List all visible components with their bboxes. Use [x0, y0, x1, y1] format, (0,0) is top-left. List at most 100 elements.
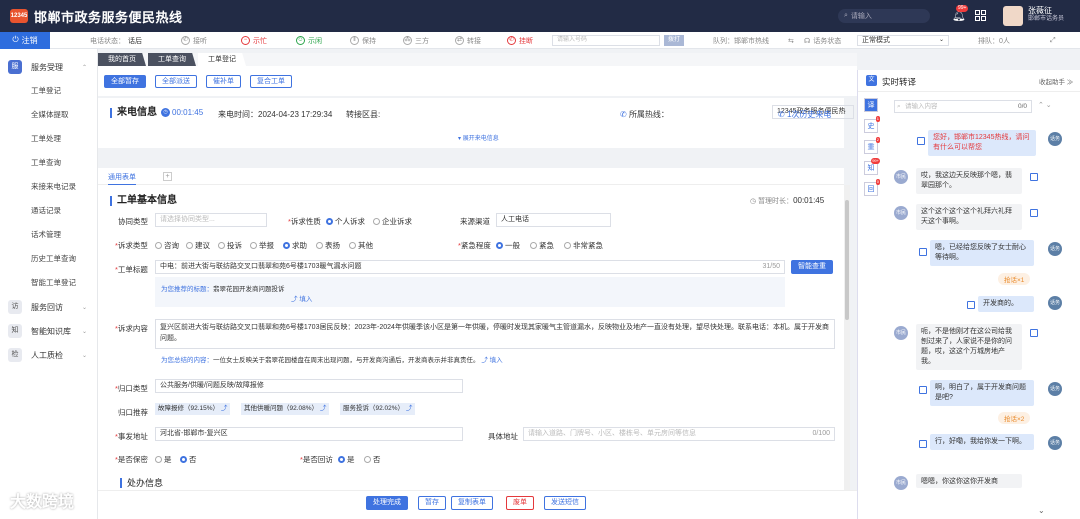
- tab-register[interactable]: 工单登记: [198, 53, 246, 66]
- idle-button[interactable]: ☺ 示闲: [296, 32, 322, 49]
- dial-button[interactable]: 拨打: [664, 35, 684, 46]
- category-complain-radio[interactable]: 投诉: [218, 240, 242, 251]
- secret-yes-radio[interactable]: 是: [155, 454, 172, 465]
- category-help-radio[interactable]: 求助: [283, 240, 307, 251]
- expand-call-info-link[interactable]: ▾ 展开来电信息: [458, 133, 499, 142]
- address-select[interactable]: 河北省-邯郸市-复兴区: [155, 427, 463, 441]
- fill-content-link[interactable]: ⤴ 填入: [481, 357, 502, 364]
- fill-subject-link[interactable]: ⤴ 填入: [291, 296, 312, 303]
- sidebar-item-smart-register[interactable]: 智能工单登记: [0, 271, 97, 295]
- sidebar-item-register[interactable]: 工单登记: [0, 79, 97, 103]
- collapse-assistant-link[interactable]: 收起助手 ≫: [1039, 76, 1073, 86]
- form-scrollbar[interactable]: [844, 185, 850, 490]
- transcript-search-input[interactable]: ⌕ 请输入内容 0/0: [894, 100, 1032, 113]
- category-other-radio[interactable]: 其他: [349, 240, 373, 251]
- tab-history[interactable]: 史1: [864, 116, 880, 133]
- sidebar-item-history[interactable]: 历史工单查询: [0, 247, 97, 271]
- urgency-very-urgent-radio[interactable]: 非常紧急: [564, 240, 603, 251]
- tab-translate[interactable]: 译: [864, 98, 878, 112]
- swap-icon[interactable]: ⇆: [788, 32, 794, 49]
- discard-button[interactable]: 废单: [506, 496, 534, 510]
- content-summary: 为您总结的内容：一位女士反映关于翡翠花园楼盘在周末出现问题，与开发商沟通后，开发…: [155, 351, 835, 365]
- sidebar-item-call-log[interactable]: 通话记录: [0, 199, 97, 223]
- visit-no-radio[interactable]: 否: [364, 454, 381, 465]
- copy-icon[interactable]: [919, 248, 927, 256]
- dial-number-input[interactable]: 请输入号码: [552, 35, 660, 46]
- category-suggest-radio[interactable]: 建议: [186, 240, 210, 251]
- coop-type-select[interactable]: 请选择协同类型...: [155, 213, 267, 227]
- sidebar-group-revisit[interactable]: 访服务回访 ⌄: [0, 295, 97, 319]
- class-select[interactable]: 公共服务/供暖/问题反映/故障报修: [155, 379, 463, 393]
- category-consult-radio[interactable]: 咨询: [155, 240, 179, 251]
- sidebar-item-missed-calls[interactable]: 来接来电记录: [0, 175, 97, 199]
- smart-check-button[interactable]: 智能查重: [791, 260, 833, 274]
- category-praise-radio[interactable]: 表扬: [316, 240, 340, 251]
- recommend-tag[interactable]: 服务投诉（92.02%） ⤴: [340, 403, 416, 415]
- apps-grid-icon[interactable]: [975, 10, 986, 21]
- assistant-panel: 文 实时转译 收起助手 ≫ 译 史1 重2 知 99+ 回0 ⌕ 请输入内容 0/0 …: [857, 70, 1080, 519]
- sidebar-group-knowledge[interactable]: 知智能知识库 ⌄: [0, 319, 97, 343]
- avatar[interactable]: [1003, 6, 1023, 26]
- mode-select[interactable]: 正常模式 ⌄: [857, 35, 949, 46]
- tab-home[interactable]: 我的首页: [98, 53, 146, 66]
- recommend-tag[interactable]: 其他供暖问题（92.08%） ⤴: [241, 403, 330, 415]
- add-tab-button[interactable]: +: [163, 172, 172, 181]
- sidebar-item-scripts[interactable]: 话术管理: [0, 223, 97, 247]
- send-sms-button[interactable]: 发送短信: [544, 496, 586, 510]
- sidebar-group-qa[interactable]: 检人工质检 ⌄: [0, 343, 97, 367]
- visit-yes-radio[interactable]: 是: [338, 454, 355, 465]
- secret-no-radio[interactable]: 否: [180, 454, 197, 465]
- assistant-header: 文 实时转译 收起助手 ≫: [858, 70, 1080, 92]
- tab-query[interactable]: 工单查询: [148, 53, 196, 66]
- detail-address-input[interactable]: 请输入道路、门牌号、小区、楼栋号、单元房间等信息 0/100: [523, 427, 835, 441]
- nature-personal-radio[interactable]: 个人诉求: [326, 216, 365, 227]
- tab-knowledge[interactable]: 知 99+: [864, 158, 880, 175]
- visit-label: *是否回访: [300, 455, 333, 464]
- recommend-tag[interactable]: 故障报修（92.15%） ⤴: [155, 403, 231, 415]
- tab-general-form[interactable]: 通用表单: [108, 172, 136, 185]
- source-select[interactable]: 人工电话: [496, 213, 611, 227]
- transfer-button[interactable]: ⇄ 转接: [455, 32, 481, 49]
- hangup-button[interactable]: ✆ 挂断: [507, 32, 533, 49]
- sidebar-item-query[interactable]: 工单查询: [0, 151, 97, 175]
- sidebar-item-omni-extract[interactable]: 全媒体提取: [0, 103, 97, 127]
- nature-enterprise-radio[interactable]: 企业诉求: [373, 216, 412, 227]
- scroll-down-icon[interactable]: ⌄: [1038, 506, 1045, 515]
- copy-icon[interactable]: [1030, 173, 1038, 181]
- fullscreen-icon[interactable]: ⤢: [1050, 32, 1056, 49]
- content-textarea[interactable]: 复兴区前进大街与联纺路交叉口翡翠和苑6号楼1703居民反映：2023年-2024…: [155, 319, 835, 349]
- copy-icon[interactable]: [1030, 209, 1038, 217]
- copy-icon[interactable]: [967, 301, 975, 309]
- top-search-input[interactable]: ⌕ 请输入: [838, 9, 930, 23]
- hold-button[interactable]: ǁ 保持: [350, 32, 376, 49]
- knowledge-icon: 知: [8, 324, 22, 338]
- urge-button[interactable]: 催补单: [206, 75, 241, 88]
- sidebar-item-process[interactable]: 工单处理: [0, 127, 97, 151]
- search-nav[interactable]: ⌃ ⌄: [1038, 101, 1052, 109]
- category-report-radio[interactable]: 举报: [250, 240, 274, 251]
- answer-button[interactable]: ✆ 接听: [181, 32, 207, 49]
- urgency-label: *紧急程度: [458, 241, 491, 250]
- copy-icon[interactable]: [919, 440, 927, 448]
- urgency-normal-radio[interactable]: 一般: [496, 240, 520, 251]
- urgency-urgent-radio[interactable]: 紧急: [530, 240, 554, 251]
- dispatch-all-button[interactable]: 全部派送: [155, 75, 197, 88]
- save-all-button[interactable]: 全部暂存: [104, 75, 146, 88]
- copy-icon[interactable]: [917, 137, 925, 145]
- tab-revisit[interactable]: 回0: [864, 179, 880, 196]
- copy-icon[interactable]: [1030, 329, 1038, 337]
- three-way-button[interactable]: ⁂ 三方: [403, 32, 429, 49]
- subject-input[interactable]: 中电：前进大街与联纺路交叉口翡翠和苑6号楼1703暖气漏水问题 31/50: [155, 260, 785, 274]
- voice-status[interactable]: ☊ 话务状态: [804, 32, 841, 49]
- save-draft-button[interactable]: 暂存: [418, 496, 446, 510]
- copy-form-button[interactable]: 复制表单: [451, 496, 493, 510]
- tab-duplicate[interactable]: 重2: [864, 137, 880, 154]
- copy-icon[interactable]: [919, 386, 927, 394]
- call-toolbar: ⏻ 注销 电话状态： 话后 ✆ 接听 − 示忙 ☺ 示闲 ǁ 保持 ⁂ 三方 ⇄ 转接 ✆ 挂断 …: [0, 31, 1080, 49]
- complete-button[interactable]: 处理完成: [366, 496, 408, 510]
- compound-order-button[interactable]: 复合工单: [250, 75, 292, 88]
- busy-button[interactable]: − 示忙: [241, 32, 267, 49]
- sidebar-group-service[interactable]: 服服务受理 ⌃: [0, 55, 97, 79]
- signout-button[interactable]: ⏻ 注销: [0, 31, 50, 49]
- history-calls-link[interactable]: ✆ 1次历史来电: [778, 109, 831, 120]
